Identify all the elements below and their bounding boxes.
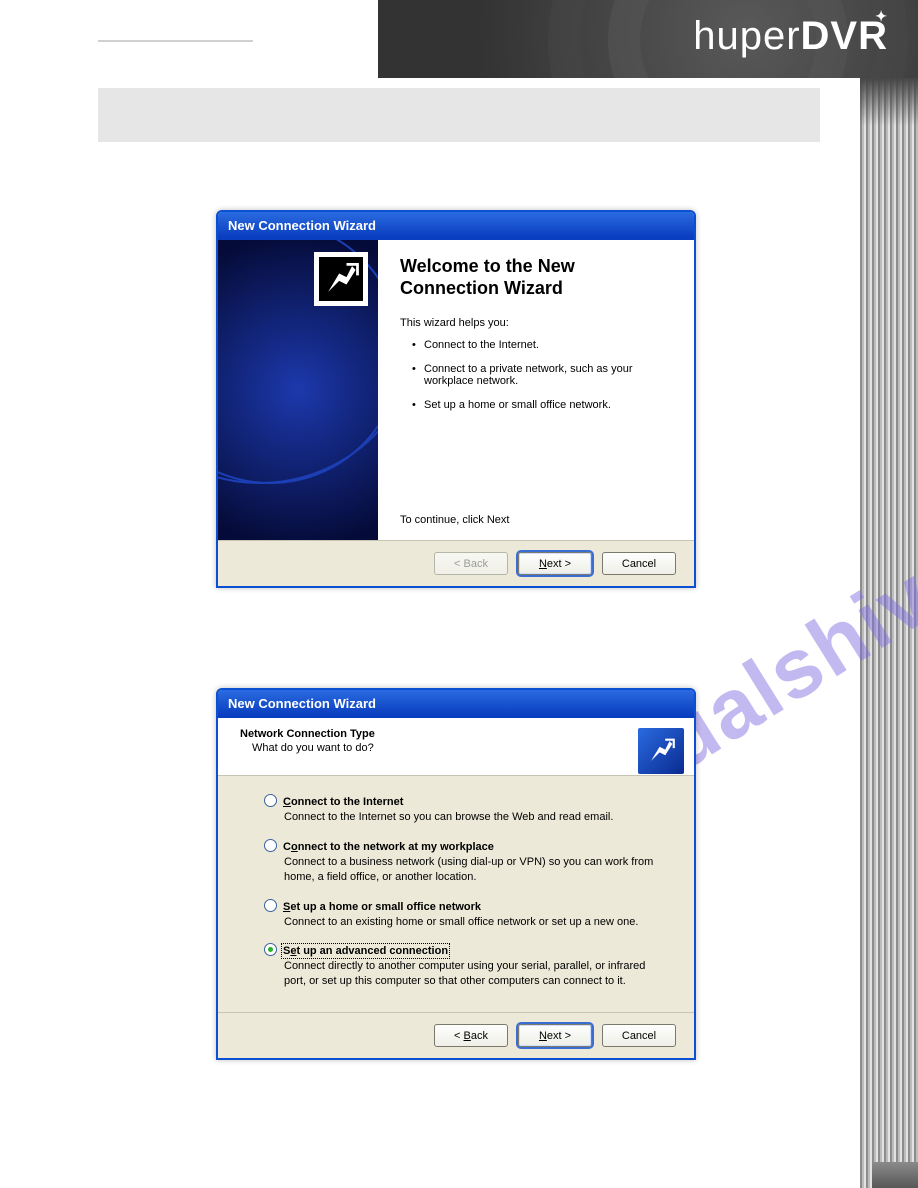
- wizard2-button-row: < Back Next > Cancel: [218, 1012, 694, 1058]
- wizard1-heading: Welcome to the New Connection Wizard: [400, 256, 672, 299]
- wizard1-bullet: Set up a home or small office network.: [412, 399, 672, 411]
- option-home-office: Set up a home or small office network Co…: [264, 897, 666, 930]
- wizard-type-dialog: New Connection Wizard Network Connection…: [216, 688, 696, 1060]
- option-desc: Connect to the Internet so you can brows…: [284, 810, 666, 825]
- wizard2-subheading: What do you want to do?: [252, 742, 375, 754]
- radio-advanced[interactable]: [264, 943, 277, 956]
- option-desc: Connect to an existing home or small off…: [284, 915, 666, 930]
- side-fade-decor: [860, 78, 918, 126]
- cancel-button[interactable]: Cancel: [602, 1024, 676, 1047]
- cancel-button[interactable]: Cancel: [602, 552, 676, 575]
- connection-plug-icon: [638, 728, 684, 774]
- wizard1-bullet: Connect to a private network, such as yo…: [412, 363, 672, 387]
- wizard1-continue-text: To continue, click Next: [400, 514, 509, 526]
- radio-connect-internet[interactable]: [264, 794, 277, 807]
- header-underline: [98, 40, 253, 42]
- option-desc: Connect to a business network (using dia…: [284, 855, 666, 885]
- radio-home-office[interactable]: [264, 899, 277, 912]
- wizard1-button-row: < Back Next > Cancel: [218, 540, 694, 586]
- side-stripe-decor: [860, 78, 918, 1188]
- wizard2-heading: Network Connection Type: [240, 728, 375, 740]
- wizard1-titlebar: New Connection Wizard: [218, 212, 694, 240]
- page-header: huperDVR✦: [0, 0, 918, 78]
- back-button[interactable]: < Back: [434, 1024, 508, 1047]
- option-connect-workplace: Connect to the network at my workplace C…: [264, 837, 666, 885]
- connection-plug-icon: [314, 252, 368, 306]
- header-graphic: huperDVR✦: [378, 0, 918, 78]
- wizard1-bullet: Connect to the Internet.: [412, 339, 672, 351]
- back-button: < Back: [434, 552, 508, 575]
- page-number-chip: [872, 1162, 918, 1188]
- option-advanced: Set up an advanced connection Connect di…: [264, 941, 666, 989]
- brand-logo: huperDVR✦: [693, 14, 888, 59]
- option-connect-internet: Connect to the Internet Connect to the I…: [264, 792, 666, 825]
- wizard1-lead: This wizard helps you:: [400, 317, 672, 329]
- wizard1-side-graphic: [218, 240, 378, 540]
- wizard-welcome-dialog: New Connection Wizard Welcome to the New…: [216, 210, 696, 588]
- brand-thin: huper: [693, 14, 800, 58]
- option-desc: Connect directly to another computer usi…: [284, 959, 666, 989]
- brand-satellite-icon: ✦: [875, 8, 888, 25]
- next-button[interactable]: Next >: [518, 552, 592, 575]
- radio-connect-workplace[interactable]: [264, 839, 277, 852]
- next-button[interactable]: Next >: [518, 1024, 592, 1047]
- wizard2-titlebar: New Connection Wizard: [218, 690, 694, 718]
- section-banner: [98, 88, 820, 142]
